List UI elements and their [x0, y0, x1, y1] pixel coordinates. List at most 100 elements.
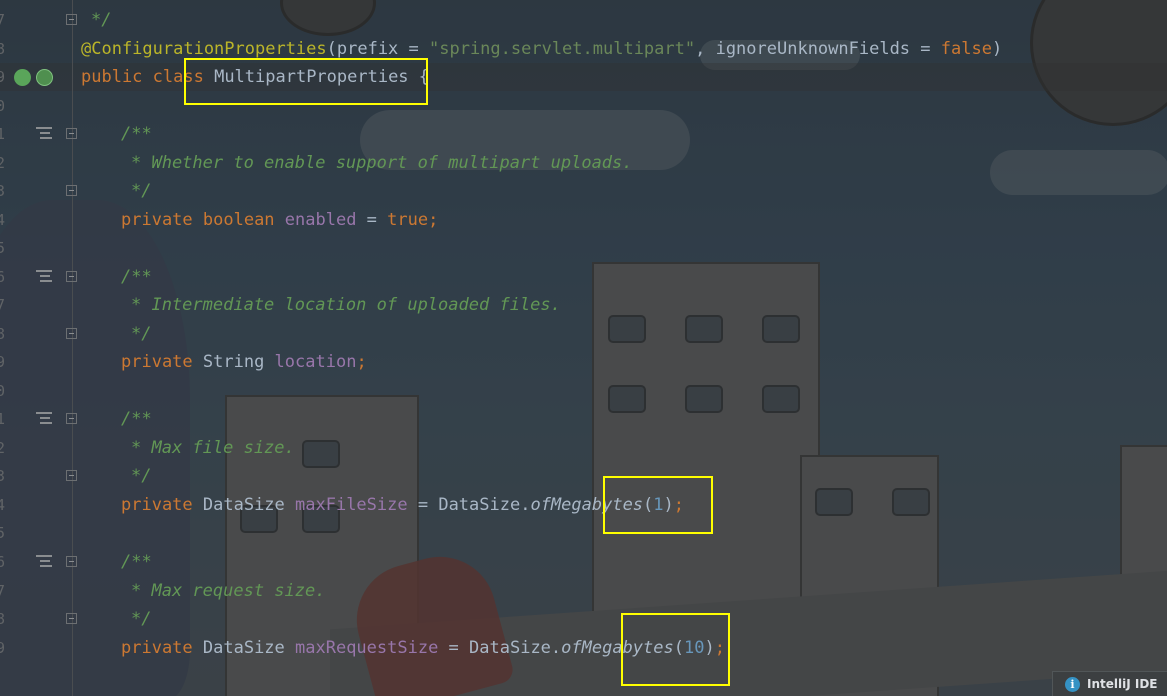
line-number: 0 [0, 97, 6, 115]
line-number: 1 [0, 125, 6, 143]
line-number: 3 [0, 182, 6, 200]
javadoc-close: */ [131, 466, 152, 486]
line-number: 6 [0, 268, 6, 286]
javadoc-render-icon[interactable] [36, 412, 52, 426]
type-token: DataSize [202, 495, 296, 515]
field-name-token: maxFileSize [295, 495, 408, 515]
javadoc-open: /** [121, 124, 152, 144]
semicolon-token: ; [428, 210, 439, 230]
fold-marker-icon[interactable] [66, 128, 77, 139]
keyword-token: public [81, 67, 153, 87]
line-number: 3 [0, 467, 6, 485]
line-number: 7 [0, 296, 6, 314]
fold-marker-icon[interactable] [66, 185, 77, 196]
code-line[interactable]: 6 /** [0, 263, 1167, 291]
code-token: = [407, 495, 439, 515]
javadoc-close: */ [131, 609, 152, 629]
keyword-token: boolean [202, 210, 285, 230]
keyword-token: private [121, 352, 203, 372]
javadoc-render-icon[interactable] [36, 270, 52, 284]
line-number: 5 [0, 524, 6, 542]
spring-bean-gutter-icon[interactable] [14, 69, 31, 86]
javadoc-text: * Whether to enable support of multipart… [131, 153, 633, 173]
type-token: DataSize. [469, 638, 562, 658]
line-number: 8 [0, 610, 6, 628]
code-token: = [356, 210, 388, 230]
ide-notification[interactable]: i IntelliJ IDE [1052, 671, 1167, 696]
spring-config-gutter-icon[interactable] [36, 69, 53, 86]
code-line[interactable]: 9 private DataSize maxRequestSize = Data… [0, 634, 1167, 662]
fold-marker-icon[interactable] [66, 328, 77, 339]
semicolon-token: ; [356, 352, 367, 372]
fold-marker-icon[interactable] [66, 556, 77, 567]
code-line[interactable]: 1 /** [0, 120, 1167, 148]
code-line[interactable]: 8 */ [0, 605, 1167, 633]
field-name-token: location [274, 352, 357, 372]
string-literal: "spring.servlet.multipart" [429, 39, 696, 59]
line-number: 1 [0, 410, 6, 428]
code-token: = [438, 638, 470, 658]
line-number: 5 [0, 239, 6, 257]
code-line[interactable]: 2 * Max file size. [0, 434, 1167, 462]
javadoc-close: */ [131, 181, 152, 201]
code-line[interactable]: 7 * Intermediate location of uploaded fi… [0, 291, 1167, 319]
code-line[interactable]: 5 [0, 234, 1167, 262]
line-number: 4 [0, 496, 6, 514]
code-line[interactable]: 8 @ConfigurationProperties(prefix = "spr… [0, 35, 1167, 63]
javadoc-open: /** [121, 552, 152, 572]
javadoc-text: * Max request size. [131, 581, 326, 601]
code-line[interactable]: 6 /** [0, 548, 1167, 576]
code-editor[interactable]: 7 */ 8 @ConfigurationProperties(prefix =… [0, 0, 1167, 696]
line-number: 7 [0, 11, 6, 29]
code-line[interactable]: 3 */ [0, 177, 1167, 205]
code-line[interactable]: 8 */ [0, 320, 1167, 348]
annotation-token: @ConfigurationProperties [81, 39, 327, 59]
code-token: (prefix = [326, 39, 429, 59]
code-token: , ignoreUnknownFields = [695, 39, 941, 59]
line-number: 2 [0, 154, 6, 172]
fold-marker-icon[interactable] [66, 470, 77, 481]
code-line[interactable]: 0 [0, 377, 1167, 405]
line-number: 8 [0, 40, 6, 58]
notification-label: IntelliJ IDE [1087, 677, 1158, 691]
line-number: 6 [0, 553, 6, 571]
javadoc-close: */ [91, 10, 112, 30]
code-line[interactable]: 4 private DataSize maxFileSize = DataSiz… [0, 491, 1167, 519]
javadoc-text: * Intermediate location of uploaded file… [131, 295, 561, 315]
keyword-token: private [121, 495, 203, 515]
code-line[interactable]: 5 [0, 519, 1167, 547]
code-line[interactable]: 1 /** [0, 405, 1167, 433]
fold-marker-icon[interactable] [66, 271, 77, 282]
line-number: 9 [0, 353, 6, 371]
keyword-token: private [121, 210, 203, 230]
line-number: 2 [0, 439, 6, 457]
javadoc-render-icon[interactable] [36, 127, 52, 141]
max-request-size-highlight-box [621, 613, 730, 686]
max-file-size-highlight-box [603, 476, 713, 534]
code-line[interactable]: 4 private boolean enabled = true; [0, 206, 1167, 234]
code-line[interactable]: 0 [0, 92, 1167, 120]
fold-marker-icon[interactable] [66, 413, 77, 424]
code-line[interactable]: 7 */ [0, 6, 1167, 34]
code-line[interactable]: 3 */ [0, 462, 1167, 490]
keyword-token: private [121, 638, 203, 658]
javadoc-open: /** [121, 409, 152, 429]
keyword-token: false [940, 39, 992, 59]
code-token: ) [991, 39, 1003, 59]
field-name-token: maxRequestSize [295, 638, 439, 658]
field-name-token: enabled [284, 210, 357, 230]
line-number: 0 [0, 382, 6, 400]
info-icon: i [1065, 676, 1080, 692]
type-token: DataSize [202, 638, 296, 658]
code-line[interactable]: 7 * Max request size. [0, 577, 1167, 605]
code-line[interactable]: 9 private String location; [0, 348, 1167, 376]
code-line[interactable]: 9 public class MultipartProperties { [0, 63, 1167, 91]
class-name-highlight-box [184, 58, 428, 105]
javadoc-render-icon[interactable] [36, 555, 52, 569]
fold-marker-icon[interactable] [66, 14, 77, 25]
code-line[interactable]: 2 * Whether to enable support of multipa… [0, 149, 1167, 177]
fold-marker-icon[interactable] [66, 613, 77, 624]
type-token: String [202, 352, 275, 372]
javadoc-text: * Max file size. [131, 438, 295, 458]
line-number: 8 [0, 325, 6, 343]
